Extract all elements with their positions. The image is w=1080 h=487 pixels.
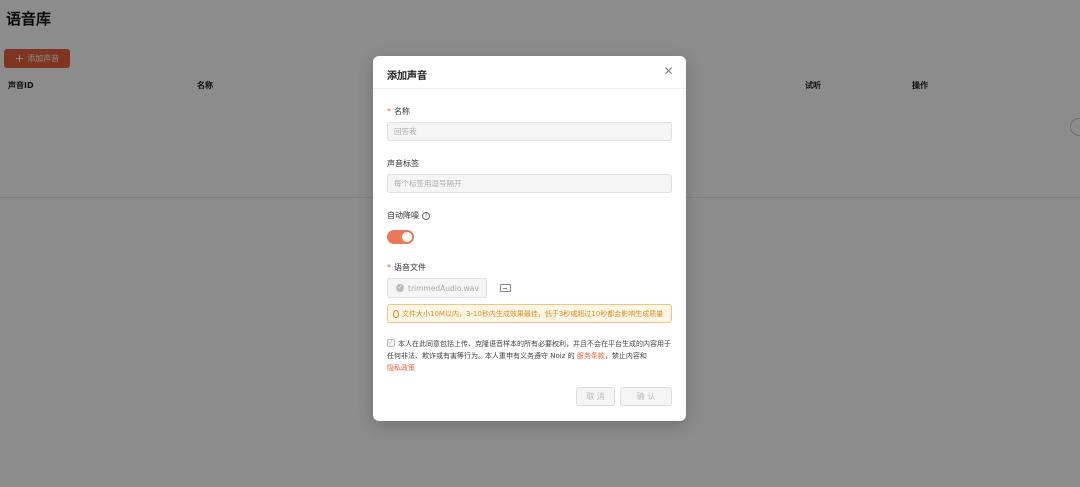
image-upload-icon[interactable] bbox=[500, 284, 511, 292]
file-name: trimmedAudio.wav bbox=[408, 283, 479, 293]
name-input[interactable]: 回答我 bbox=[387, 122, 672, 141]
location-pin-icon bbox=[393, 309, 399, 318]
required-mark: * bbox=[387, 107, 391, 116]
toggle-knob bbox=[402, 232, 412, 242]
tags-label-row: 声音标签 bbox=[387, 158, 419, 169]
add-voice-modal: 添加声音 ✕ * 名称 回答我 声音标签 每个标签用逗号隔开 自动降噪 ? * … bbox=[373, 56, 686, 421]
modal-header: 添加声音 ✕ bbox=[373, 56, 686, 89]
name-label-row: * 名称 bbox=[387, 106, 410, 117]
file-warning: 文件大小10M以内，3-10秒内生成效果最佳，低于3秒或超过10秒都会影响生成质… bbox=[387, 304, 672, 323]
confirm-label: 确 认 bbox=[636, 392, 656, 401]
modal-title: 添加声音 bbox=[387, 71, 427, 82]
cancel-button[interactable]: 取 消 bbox=[576, 387, 615, 406]
denoise-label-row: 自动降噪 ? bbox=[387, 210, 430, 221]
uploaded-file-chip[interactable]: ✓ trimmedAudio.wav bbox=[387, 278, 487, 298]
check-circle-icon: ✓ bbox=[396, 284, 404, 292]
confirm-button[interactable]: 确 认 bbox=[620, 387, 672, 406]
agreement-checkbox[interactable]: ✓ bbox=[387, 339, 395, 347]
tags-input[interactable]: 每个标签用逗号隔开 bbox=[387, 174, 672, 193]
help-icon[interactable]: ? bbox=[422, 211, 430, 220]
tags-label: 声音标签 bbox=[387, 159, 419, 168]
file-label: 语音文件 bbox=[394, 263, 426, 272]
agreement-text-2: ，禁止内容和 bbox=[604, 352, 647, 360]
agreement-block: ✓ 本人在此同意包括上传、克隆语音样本的所有必要权利，并且不会在平台生成的内容用于… bbox=[387, 338, 672, 374]
name-label: 名称 bbox=[394, 107, 410, 116]
warning-text: 文件大小10M以内，3-10秒内生成效果最佳，低于3秒或超过10秒都会影响生成质… bbox=[402, 309, 664, 318]
privacy-link[interactable]: 隐私政策 bbox=[387, 364, 415, 372]
denoise-toggle[interactable] bbox=[387, 230, 414, 244]
terms-link[interactable]: 服务条款 bbox=[577, 352, 605, 360]
close-icon[interactable]: ✕ bbox=[663, 65, 674, 77]
required-mark: * bbox=[387, 263, 391, 272]
file-label-row: * 语音文件 bbox=[387, 262, 426, 273]
denoise-label: 自动降噪 bbox=[387, 211, 419, 220]
